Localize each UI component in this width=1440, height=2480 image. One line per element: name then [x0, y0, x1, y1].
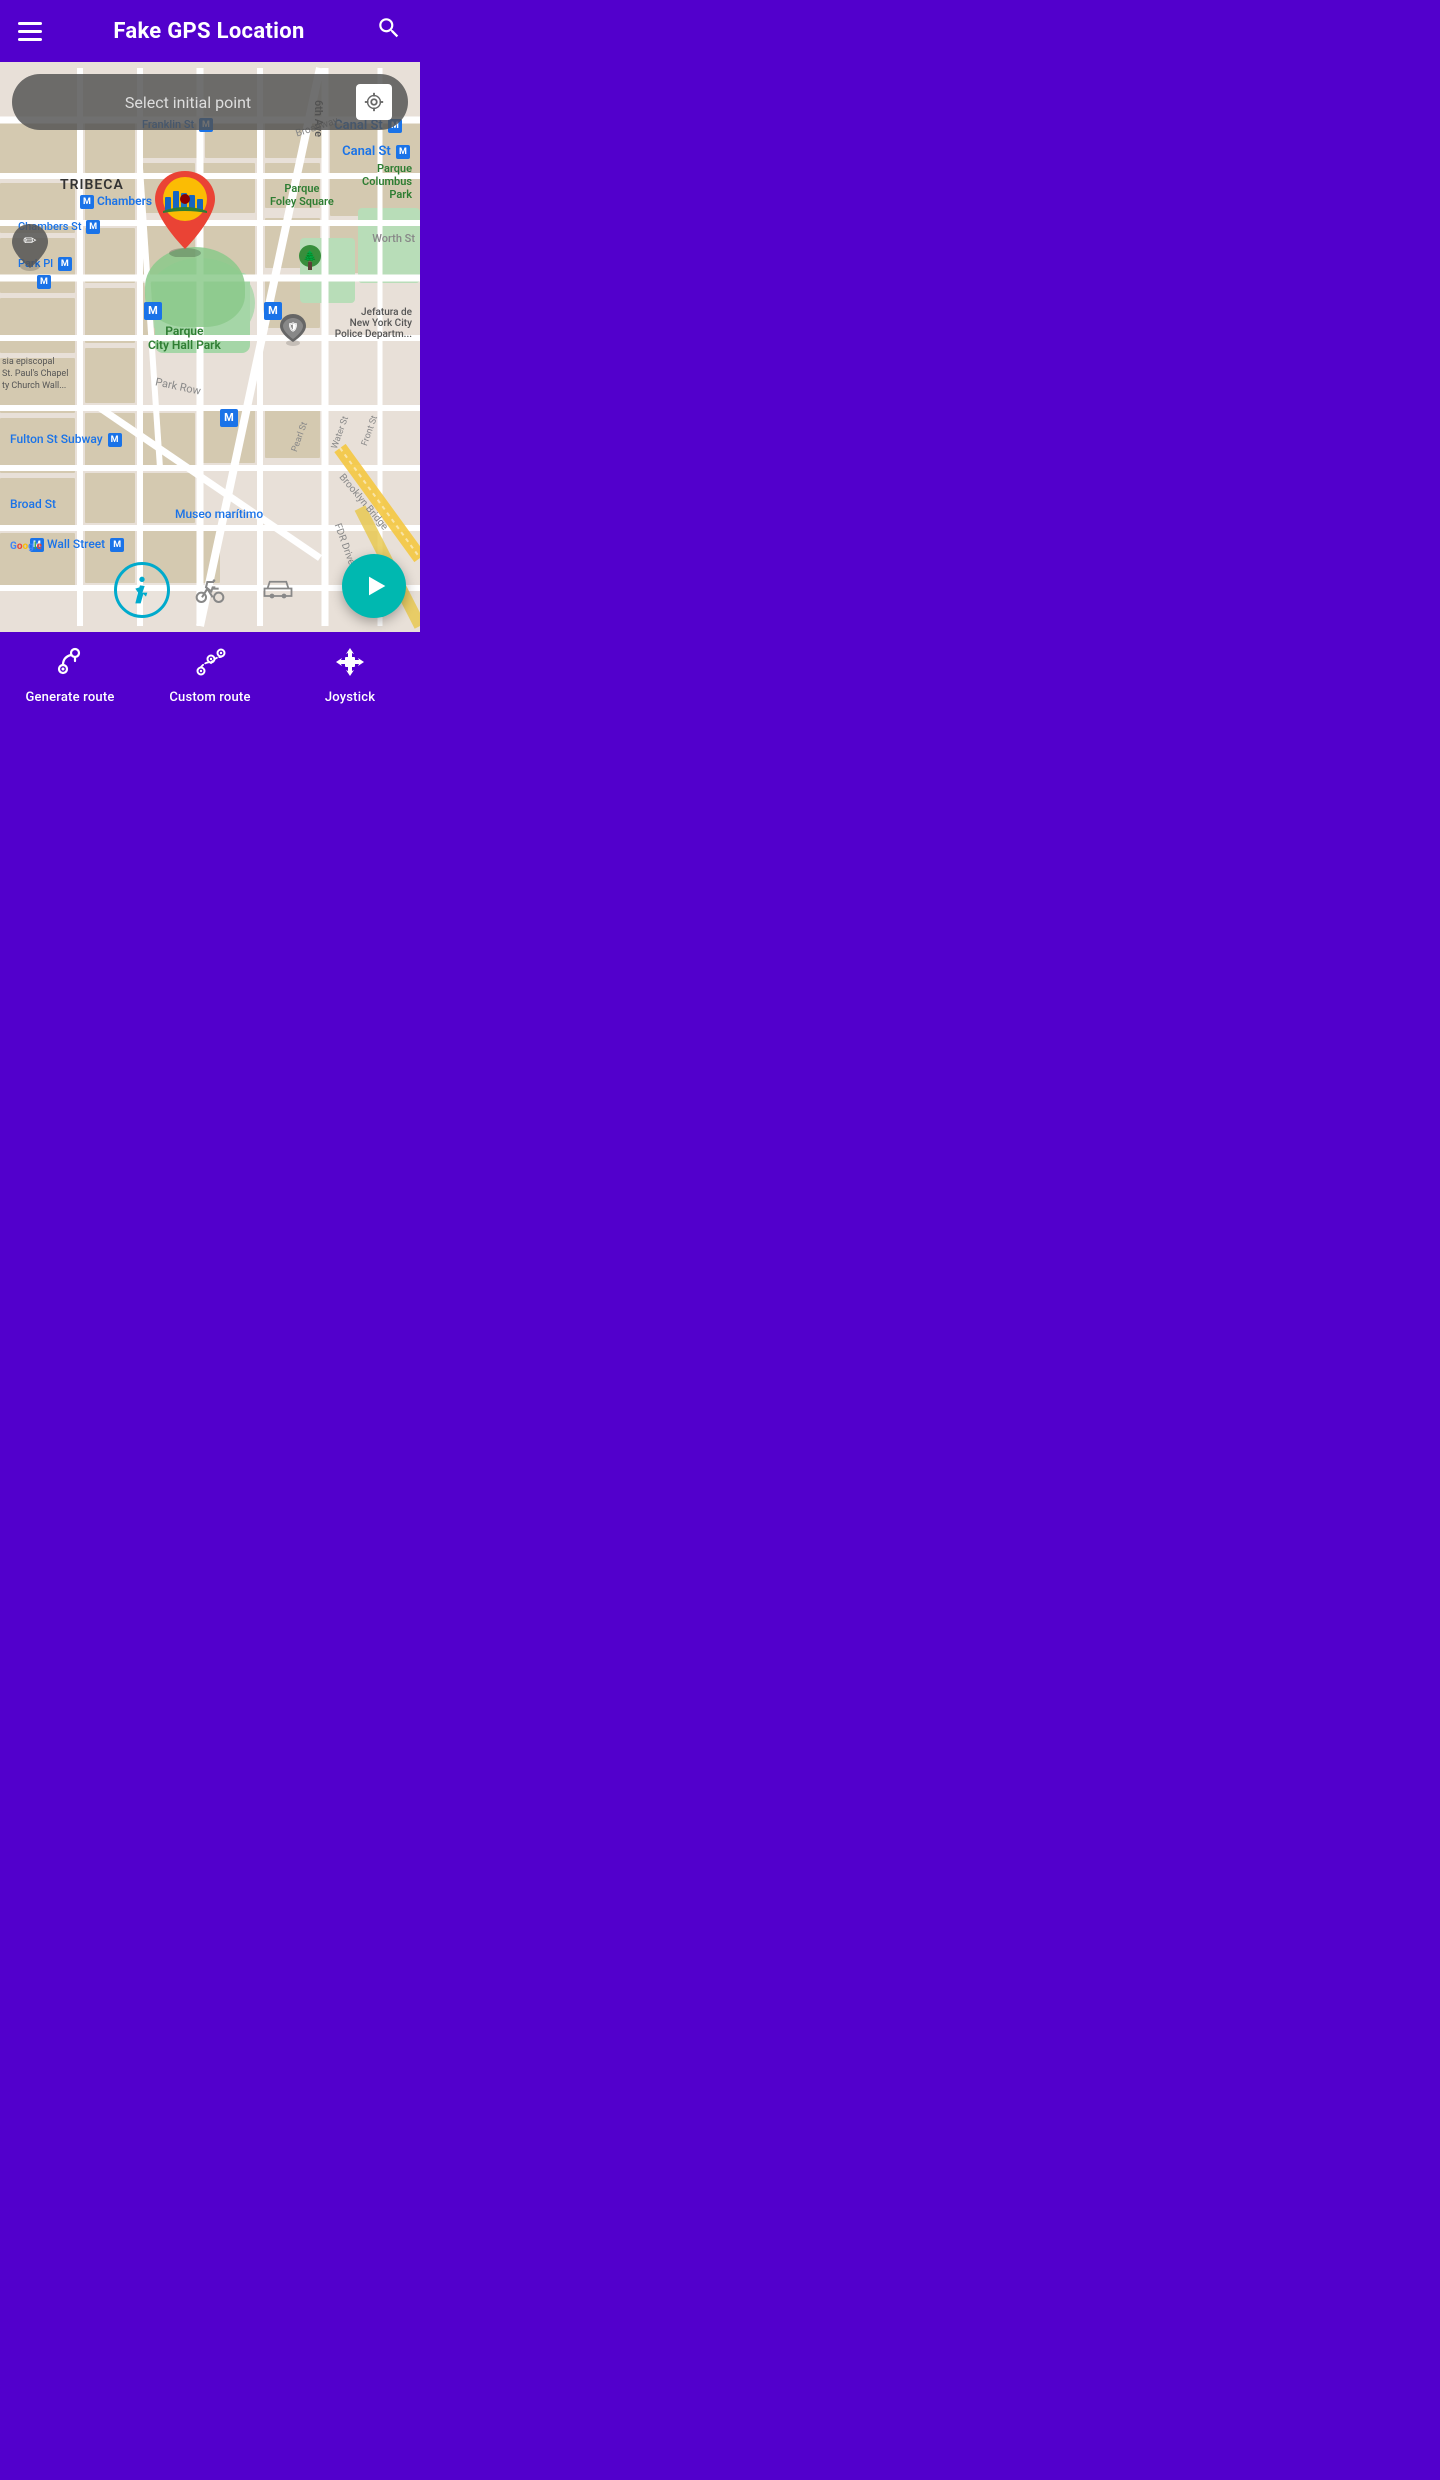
current-location-button[interactable]	[356, 84, 392, 120]
svg-text:🛡: 🛡	[287, 322, 298, 333]
generate-route-label: Generate route	[25, 690, 114, 705]
app-title: Fake GPS Location	[113, 19, 304, 44]
play-button[interactable]	[342, 554, 406, 618]
episcopal-label: sia episcopal	[2, 357, 55, 367]
svg-text:🌲: 🌲	[303, 250, 317, 263]
google-logo: Google	[10, 541, 42, 552]
app-header: Fake GPS Location	[0, 0, 420, 62]
main-location-pin	[149, 167, 221, 257]
transport-mode-bar	[114, 562, 306, 618]
church-wall-label: ty Church Wall...	[2, 381, 66, 391]
edit-pin: ✏	[8, 220, 52, 276]
bike-mode-button[interactable]	[182, 562, 238, 618]
car-mode-button[interactable]	[250, 562, 306, 618]
search-button[interactable]	[376, 15, 402, 48]
metro-badge-center: M	[218, 407, 238, 427]
svg-text:✏: ✏	[23, 231, 37, 250]
map-area[interactable]: Select initial point Franklin St M 6th A…	[0, 62, 420, 632]
custom-route-nav[interactable]: Custom route	[140, 645, 280, 705]
custom-route-icon	[193, 645, 227, 684]
joystick-icon	[333, 645, 367, 684]
map-metro-badge-left: M	[142, 300, 162, 320]
st-pauls-label: St. Paul's Chapel	[2, 369, 68, 379]
search-bar[interactable]: Select initial point	[12, 74, 408, 130]
bottom-navigation: Generate route Custom route	[0, 632, 420, 720]
joystick-nav[interactable]: Joystick	[280, 645, 420, 705]
park-tree-icon: 🌲	[296, 244, 324, 276]
generate-route-nav[interactable]: Generate route	[0, 645, 140, 705]
police-pin: 🛡	[278, 312, 308, 350]
joystick-label: Joystick	[325, 690, 375, 705]
generate-route-icon	[53, 645, 87, 684]
menu-button[interactable]	[18, 22, 42, 41]
search-placeholder: Select initial point	[28, 93, 348, 112]
walk-mode-button[interactable]	[114, 562, 170, 618]
custom-route-label: Custom route	[169, 690, 250, 705]
